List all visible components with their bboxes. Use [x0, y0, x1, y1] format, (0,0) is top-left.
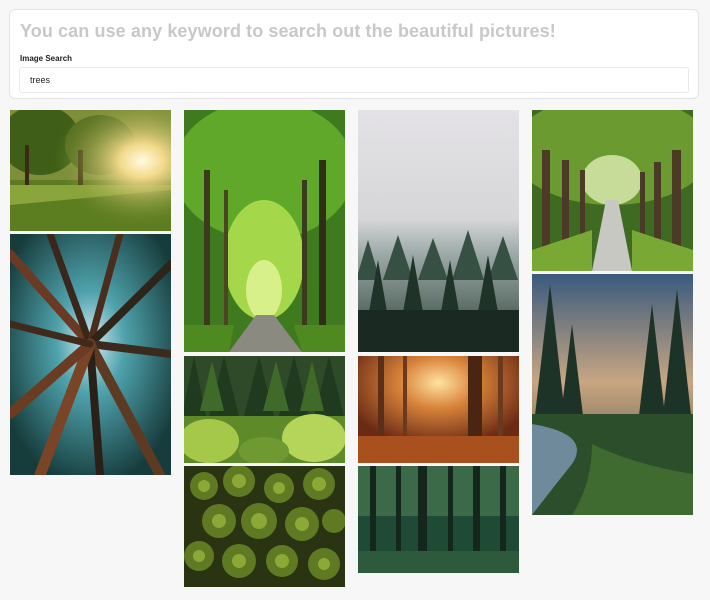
- image-tile-dark-forest[interactable]: [358, 466, 519, 573]
- image-search-label: Image Search: [20, 54, 73, 63]
- image-tile-tree-tunnel[interactable]: [184, 110, 345, 352]
- image-tile-river-forest[interactable]: [532, 274, 693, 515]
- search-panel: You can use any keyword to search out th…: [9, 9, 699, 99]
- image-tile-autumn-forest[interactable]: [358, 356, 519, 463]
- image-tile-misty-forest[interactable]: [358, 110, 519, 352]
- image-tile-pine-forest[interactable]: [184, 356, 345, 463]
- image-tile-aerial-treetops[interactable]: [184, 466, 345, 587]
- page-headline: You can use any keyword to search out th…: [20, 21, 556, 41]
- image-tile-tree-lined-path[interactable]: [532, 110, 693, 271]
- image-search-input[interactable]: [19, 67, 689, 93]
- image-tile-sunlit-park[interactable]: [10, 110, 171, 231]
- image-tile-tall-trunks[interactable]: [10, 234, 171, 475]
